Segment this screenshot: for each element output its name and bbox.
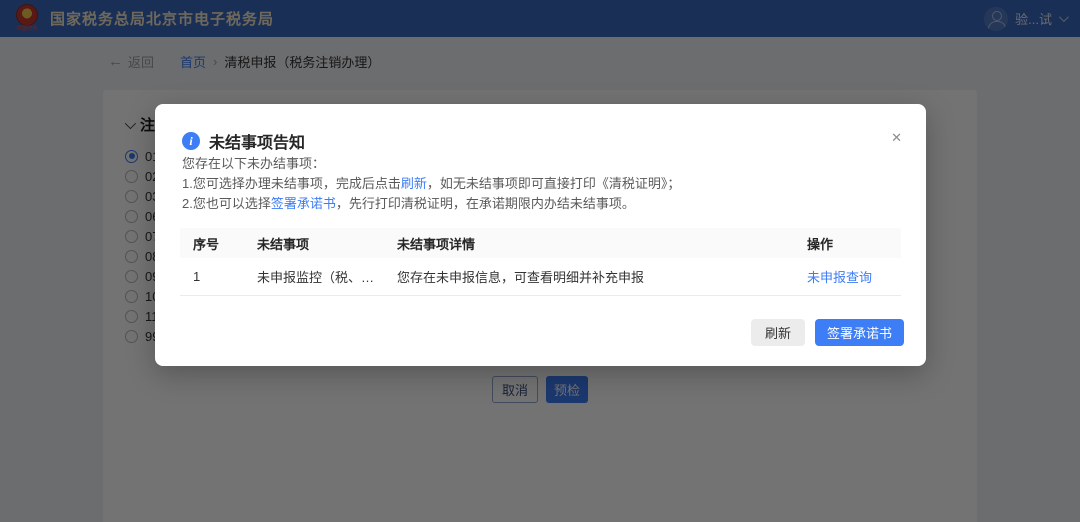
cell-detail: 您存在未申报信息，可查看明细并补充申报: [384, 267, 794, 286]
dialog-header: i 未结事项告知: [182, 129, 305, 153]
cell-item: 未申报监控（税、规费...: [244, 267, 384, 286]
instruction-line-1: 1.您可选择办理未结事项，完成后点击刷新，如无未结事项即可直接打印《清税证明》；: [182, 174, 680, 194]
pending-items-dialog: i 未结事项告知 ✕ 您存在以下未办结事项： 1.您可选择办理未结事项，完成后点…: [155, 104, 926, 366]
dialog-footer: 刷新 签署承诺书: [751, 319, 904, 346]
col-seq: 序号: [180, 234, 244, 253]
intro-line: 您存在以下未办结事项：: [182, 154, 680, 174]
refresh-button[interactable]: 刷新: [751, 319, 805, 346]
sign-commitment-inline-link[interactable]: 签署承诺书: [271, 196, 336, 211]
instruction-line-2: 2.您也可以选择签署承诺书，先行打印清税证明，在承诺期限内办结未结事项。: [182, 194, 680, 214]
cell-seq: 1: [180, 269, 244, 284]
info-icon: i: [182, 132, 200, 150]
table-header-row: 序号 未结事项 未结事项详情 操作: [180, 228, 901, 258]
sign-commitment-button[interactable]: 签署承诺书: [815, 319, 904, 346]
dialog-title: 未结事项告知: [209, 129, 305, 153]
dialog-body-text: 您存在以下未办结事项： 1.您可选择办理未结事项，完成后点击刷新，如无未结事项即…: [182, 154, 680, 214]
close-icon[interactable]: ✕: [891, 131, 902, 144]
col-item: 未结事项: [244, 234, 384, 253]
undeclared-query-link[interactable]: 未申报查询: [794, 267, 901, 286]
col-detail: 未结事项详情: [384, 234, 794, 253]
refresh-inline-link[interactable]: 刷新: [401, 176, 427, 191]
pending-items-table: 序号 未结事项 未结事项详情 操作 1 未申报监控（税、规费... 您存在未申报…: [180, 228, 901, 296]
col-action: 操作: [794, 234, 901, 253]
table-row: 1 未申报监控（税、规费... 您存在未申报信息，可查看明细并补充申报 未申报查…: [180, 258, 901, 296]
